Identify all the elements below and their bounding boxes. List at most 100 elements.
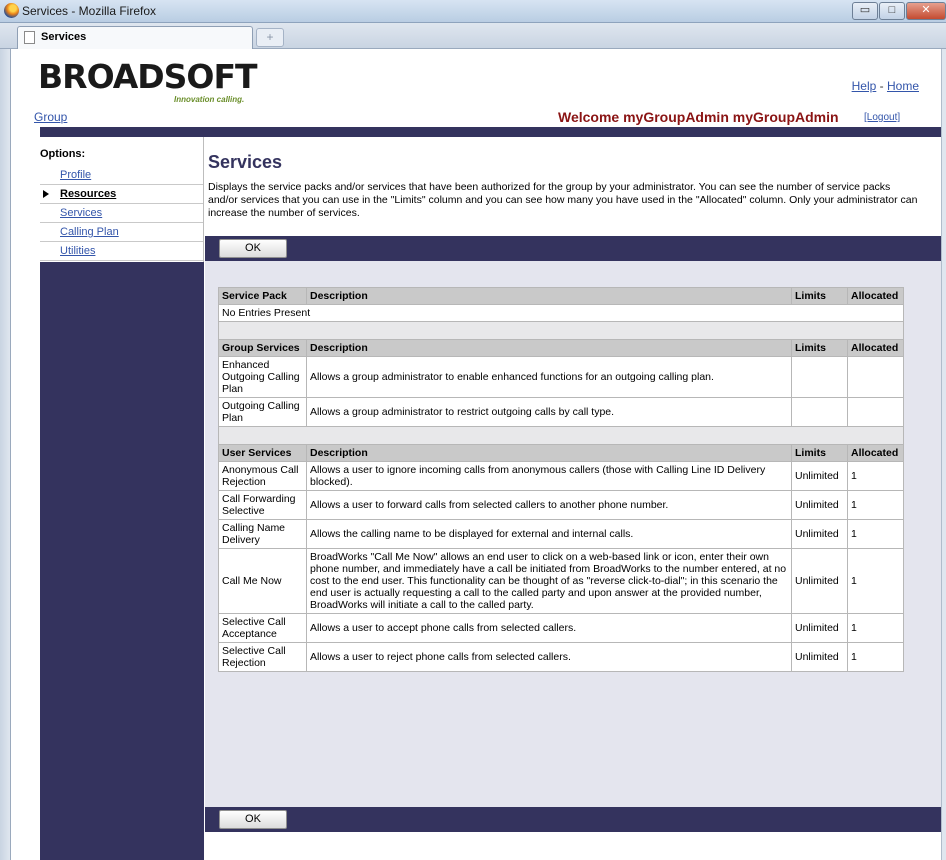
firefox-icon: [4, 3, 19, 18]
service-name: Enhanced Outgoing Calling Plan: [218, 356, 307, 398]
table-row: Selective Call Acceptance Allows a user …: [218, 613, 904, 643]
sidebar-item-label[interactable]: Calling Plan: [60, 226, 119, 238]
user-services-header-row: User Services Description Limits Allocat…: [218, 444, 904, 462]
column-header: Description: [306, 339, 792, 357]
column-header: Description: [306, 444, 792, 462]
service-allocated: 1: [847, 642, 904, 672]
service-name: Call Me Now: [218, 548, 307, 614]
service-allocated: 1: [847, 519, 904, 549]
tab-services[interactable]: Services: [17, 26, 253, 49]
close-button[interactable]: ✕: [906, 2, 946, 20]
scrollbar[interactable]: [941, 49, 946, 860]
spacer-cell: [218, 426, 904, 445]
service-allocated: [847, 397, 904, 427]
column-header: User Services: [218, 444, 307, 462]
section-spacer: [218, 426, 904, 445]
service-limits: Unlimited: [791, 519, 848, 549]
service-description: Allows a user to ignore incoming calls f…: [306, 461, 792, 491]
service-description: Allows a group administrator to enable e…: [306, 356, 792, 398]
service-limits: Unlimited: [791, 548, 848, 614]
column-header: Limits: [791, 287, 848, 305]
service-allocated: 1: [847, 490, 904, 520]
sidebar-item-resources[interactable]: Resources: [40, 185, 203, 204]
column-header: Service Pack: [218, 287, 307, 305]
ok-button[interactable]: OK: [219, 810, 287, 829]
tab-bar: Services +: [0, 23, 946, 49]
column-header: Limits: [791, 444, 848, 462]
tab-label: Services: [41, 31, 87, 43]
minimize-button[interactable]: ▭: [852, 2, 878, 20]
service-name: Call Forwarding Selective: [218, 490, 307, 520]
new-tab-button[interactable]: +: [256, 28, 284, 47]
service-description: Allows a user to accept phone calls from…: [306, 613, 792, 643]
services-panel: Service Pack Description Limits Allocate…: [205, 261, 941, 807]
page-content: BROADSOFT Innovation calling. Help - Hom…: [12, 49, 941, 860]
service-allocated: [847, 356, 904, 398]
service-description: Allows the calling name to be displayed …: [306, 519, 792, 549]
table-row: Calling Name Delivery Allows the calling…: [218, 519, 904, 549]
main-content: Services Displays the service packs and/…: [205, 137, 941, 860]
top-links: Help - Home: [852, 79, 919, 93]
service-name: Selective Call Rejection: [218, 642, 307, 672]
window-titlebar: Services - Mozilla Firefox ▭ □ ✕: [0, 0, 946, 23]
service-allocated: 1: [847, 548, 904, 614]
sidebar-item-profile[interactable]: Profile: [40, 166, 203, 185]
sidebar-item-label[interactable]: Resources: [60, 188, 116, 200]
home-link[interactable]: Home: [887, 79, 919, 93]
service-limits: Unlimited: [791, 461, 848, 491]
service-description: Allows a group administrator to restrict…: [306, 397, 792, 427]
service-name: Calling Name Delivery: [218, 519, 307, 549]
column-header: Limits: [791, 339, 848, 357]
maximize-button[interactable]: □: [879, 2, 905, 20]
bottom-button-bar: OK: [205, 807, 941, 832]
service-allocated: 1: [847, 613, 904, 643]
broadsoft-logo: BROADSOFT: [38, 57, 258, 96]
column-header: Allocated: [847, 339, 904, 357]
table-row: Call Forwarding Selective Allows a user …: [218, 490, 904, 520]
column-header: Group Services: [218, 339, 307, 357]
service-limits: [791, 356, 848, 398]
header-bar: [40, 127, 941, 137]
column-header: Allocated: [847, 444, 904, 462]
page-description: Displays the service packs and/or servic…: [208, 181, 918, 219]
options-menu: Options: Profile Resources Services Call…: [40, 137, 204, 262]
spacer-cell: [218, 321, 904, 340]
service-limits: Unlimited: [791, 490, 848, 520]
table-row: Selective Call Rejection Allows a user t…: [218, 642, 904, 672]
page-icon: [24, 31, 35, 44]
service-limits: Unlimited: [791, 642, 848, 672]
service-allocated: 1: [847, 461, 904, 491]
top-button-bar: OK: [205, 236, 941, 261]
column-header: Allocated: [847, 287, 904, 305]
service-description: BroadWorks "Call Me Now" allows an end u…: [306, 548, 792, 614]
page-title: Services: [208, 152, 283, 172]
service-pack-header-row: Service Pack Description Limits Allocate…: [218, 287, 904, 305]
current-page-arrow-icon: [43, 190, 49, 198]
sidebar-item-calling-plan[interactable]: Calling Plan: [40, 223, 203, 242]
service-description: Allows a user to forward calls from sele…: [306, 490, 792, 520]
empty-message: No Entries Present: [218, 304, 904, 322]
group-link[interactable]: Group: [34, 110, 67, 124]
ok-button[interactable]: OK: [219, 239, 287, 258]
help-link[interactable]: Help: [852, 79, 877, 93]
section-spacer: [218, 321, 904, 340]
service-name: Outgoing Calling Plan: [218, 397, 307, 427]
sidebar-item-label[interactable]: Utilities: [60, 245, 95, 257]
table-row: Call Me Now BroadWorks "Call Me Now" all…: [218, 548, 904, 614]
service-name: Selective Call Acceptance: [218, 613, 307, 643]
group-services-header-row: Group Services Description Limits Alloca…: [218, 339, 904, 357]
service-description: Allows a user to reject phone calls from…: [306, 642, 792, 672]
sidebar-item-utilities[interactable]: Utilities: [40, 242, 203, 261]
logout-link[interactable]: [Logout]: [864, 112, 900, 123]
sidebar-item-label[interactable]: Profile: [60, 169, 91, 181]
service-limits: [791, 397, 848, 427]
empty-row: No Entries Present: [218, 304, 904, 322]
sidebar-item-label[interactable]: Services: [60, 207, 102, 219]
service-limits: Unlimited: [791, 613, 848, 643]
options-heading: Options:: [40, 148, 86, 160]
column-header: Description: [306, 287, 792, 305]
link-separator: -: [879, 79, 884, 93]
table-row: Enhanced Outgoing Calling Plan Allows a …: [218, 356, 904, 398]
welcome-message: Welcome myGroupAdmin myGroupAdmin: [558, 109, 839, 125]
sidebar-item-services[interactable]: Services: [40, 204, 203, 223]
